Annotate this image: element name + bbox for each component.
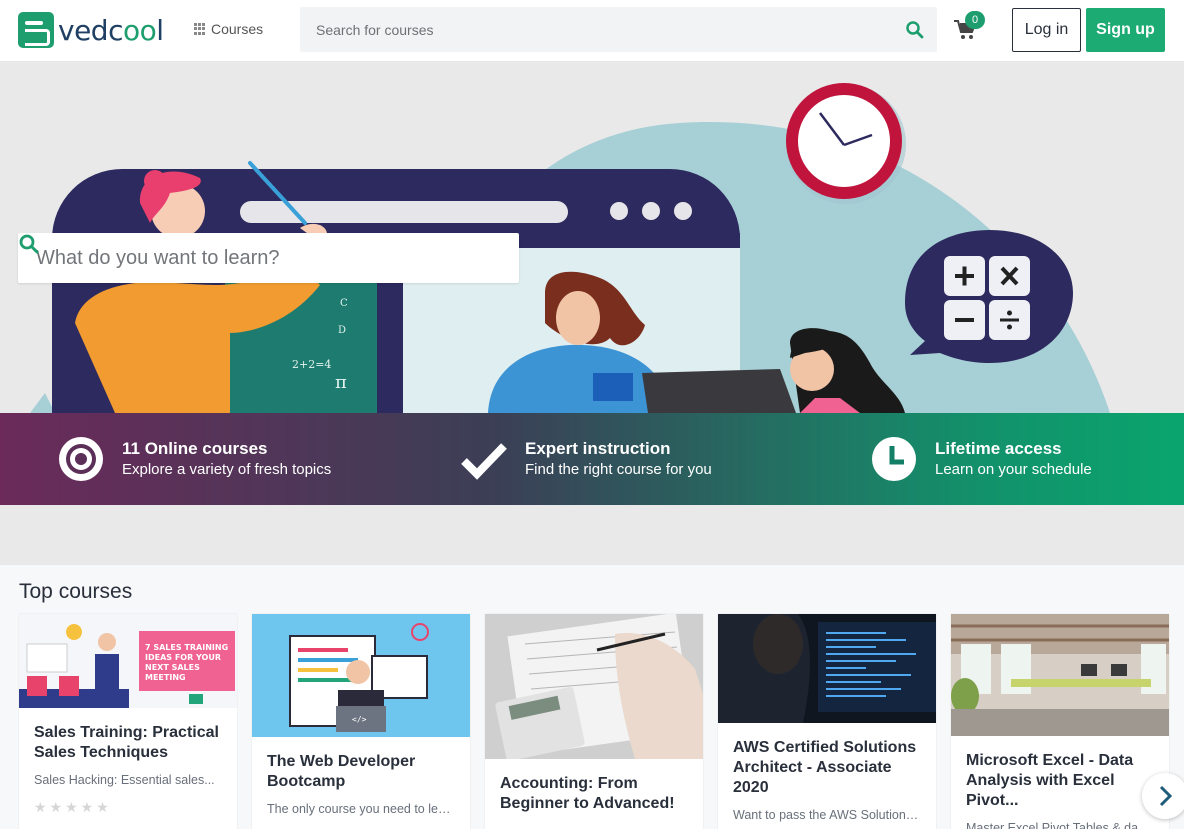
hero-search-box — [18, 233, 519, 283]
course-thumbnail — [485, 614, 703, 759]
course-card[interactable]: Microsoft Excel - Data Analysis with Exc… — [951, 614, 1169, 829]
rating-stars: ★★★★★ — [34, 799, 112, 815]
courses-menu[interactable]: Courses — [194, 21, 263, 37]
svg-text:D: D — [338, 325, 346, 336]
logo-mark-icon — [18, 12, 54, 48]
search-icon[interactable] — [905, 20, 925, 40]
login-button[interactable]: Log in — [1012, 8, 1081, 52]
feature-subtitle: Find the right course for you — [525, 461, 712, 478]
hero-banner: 2+2=4 π D C — [0, 63, 1184, 413]
svg-text:NEXT SALES: NEXT SALES — [145, 663, 200, 672]
signup-button[interactable]: Sign up — [1086, 8, 1165, 52]
svg-text:π: π — [335, 372, 347, 393]
vedcool-logo[interactable]: vedcool — [18, 12, 164, 48]
svg-text:7 SALES TRAINING: 7 SALES TRAINING — [145, 643, 228, 652]
course-card[interactable]: </> The Web Developer Bootcamp The only … — [252, 614, 470, 829]
top-courses-heading: Top courses — [19, 580, 133, 603]
course-card[interactable]: 7 SALES TRAINING IDEAS FOR YOUR NEXT SAL… — [19, 614, 237, 829]
feature-lifetime-access: Lifetime access Learn on your schedule — [871, 436, 1092, 482]
section-divider — [0, 505, 1184, 565]
course-thumbnail: </> — [252, 614, 470, 737]
svg-text:MEETING: MEETING — [145, 673, 186, 682]
course-description: Master Excel Pivot Tables & data... — [966, 821, 1159, 829]
feature-title: Expert instruction — [525, 439, 671, 458]
course-title[interactable]: Accounting: From Beginner to Advanced! — [485, 774, 703, 814]
course-thumbnail — [951, 614, 1169, 736]
svg-text:IDEAS FOR YOUR: IDEAS FOR YOUR — [145, 653, 221, 662]
header-search — [300, 7, 937, 52]
feature-expert-instruction: Expert instruction Find the right course… — [461, 436, 712, 482]
course-title[interactable]: The Web Developer Bootcamp — [252, 752, 470, 792]
course-title[interactable]: AWS Certified Solutions Architect - Asso… — [718, 738, 936, 798]
svg-text:2+2=4: 2+2=4 — [292, 358, 331, 371]
svg-text:C: C — [340, 298, 348, 309]
course-description: Want to pass the AWS Solutions... — [733, 808, 923, 822]
feature-title: Lifetime access — [935, 439, 1062, 458]
grid-icon — [194, 23, 206, 35]
header-search-input[interactable] — [300, 7, 860, 52]
logo-text: vedcool — [58, 13, 164, 47]
course-description: The only course you need to lear... — [267, 802, 459, 816]
clock-icon — [872, 437, 916, 481]
course-title[interactable]: Microsoft Excel - Data Analysis with Exc… — [951, 751, 1169, 811]
svg-text:</>: </> — [352, 715, 367, 724]
course-card[interactable]: Accounting: From Beginner to Advanced! — [485, 614, 703, 829]
cart-count-badge: 0 — [965, 11, 985, 29]
features-band: 11 Online courses Explore a variety of f… — [0, 413, 1184, 505]
course-card[interactable]: AWS Certified Solutions Architect - Asso… — [718, 614, 936, 829]
courses-menu-label: Courses — [211, 21, 264, 37]
feature-online-courses: 11 Online courses Explore a variety of f… — [58, 436, 331, 482]
course-title[interactable]: Sales Training: Practical Sales Techniqu… — [19, 723, 237, 763]
course-description: Sales Hacking: Essential sales... — [34, 773, 215, 787]
feature-subtitle: Learn on your schedule — [935, 461, 1092, 478]
hero-search-input[interactable] — [18, 233, 458, 283]
course-thumbnail — [718, 614, 936, 723]
checkmark-icon — [461, 443, 507, 480]
search-icon[interactable] — [18, 233, 40, 255]
target-icon — [59, 437, 103, 481]
top-navbar: vedcool Courses 0 Log in Sign up — [0, 0, 1184, 62]
feature-subtitle: Explore a variety of fresh topics — [122, 461, 332, 478]
course-thumbnail: 7 SALES TRAINING IDEAS FOR YOUR NEXT SAL… — [19, 614, 237, 708]
carousel-next-button[interactable] — [1142, 773, 1184, 819]
feature-title: 11 Online courses — [122, 439, 268, 458]
